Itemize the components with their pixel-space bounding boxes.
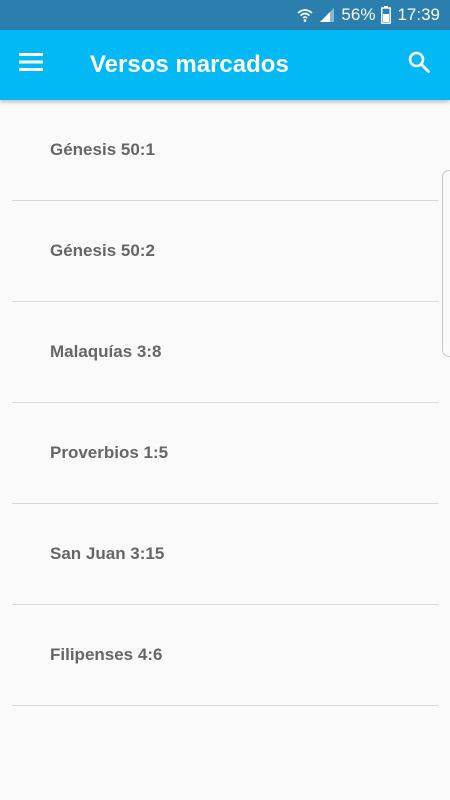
- verse-label: Malaquías 3:8: [50, 342, 162, 361]
- status-bar: 56% 17:39: [0, 0, 450, 30]
- verse-label: Filipenses 4:6: [50, 645, 163, 664]
- list-item[interactable]: Génesis 50:2: [12, 201, 438, 302]
- list-item[interactable]: Génesis 50:1: [12, 100, 438, 201]
- hamburger-menu-icon: [19, 52, 43, 76]
- bookmarked-verses-list: Génesis 50:1 Génesis 50:2 Malaquías 3:8 …: [0, 100, 450, 706]
- scroll-handle[interactable]: [442, 170, 450, 357]
- page-title: Versos marcados: [90, 51, 289, 78]
- search-icon: [407, 50, 431, 79]
- verse-label: Génesis 50:2: [50, 241, 155, 260]
- search-button[interactable]: [396, 41, 442, 87]
- verse-label: Proverbios 1:5: [50, 443, 169, 462]
- menu-button[interactable]: [8, 41, 54, 87]
- wifi-icon: [297, 7, 313, 23]
- verse-label: Génesis 50:1: [50, 140, 155, 159]
- battery-icon: [381, 6, 392, 24]
- battery-percent: 56%: [341, 5, 376, 24]
- list-item[interactable]: Malaquías 3:8: [12, 302, 438, 403]
- verse-label: San Juan 3:15: [50, 544, 165, 563]
- clock: 17:39: [397, 5, 440, 24]
- signal-icon: [319, 7, 335, 23]
- app-bar: Versos marcados: [0, 30, 450, 100]
- list-item[interactable]: Filipenses 4:6: [12, 605, 438, 706]
- list-item[interactable]: San Juan 3:15: [12, 504, 438, 605]
- list-item[interactable]: Proverbios 1:5: [12, 403, 438, 504]
